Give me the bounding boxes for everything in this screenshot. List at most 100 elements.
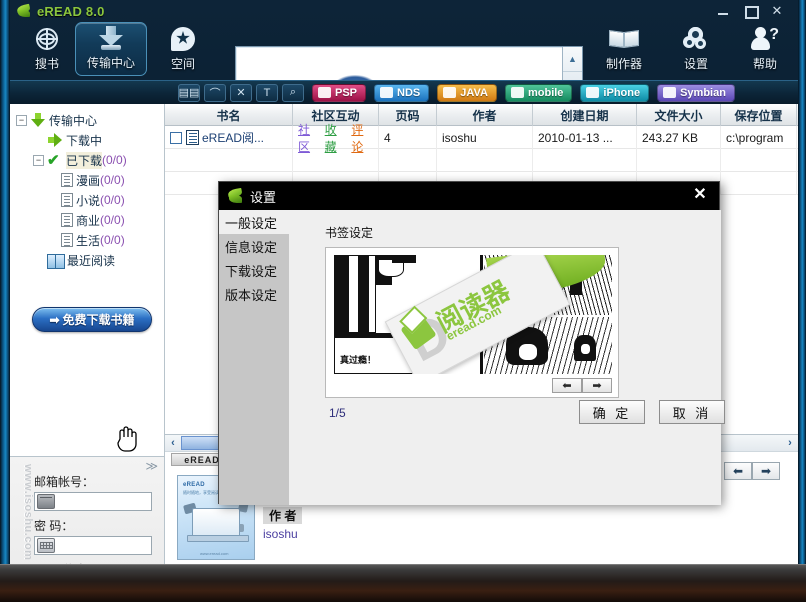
tree-label: 传输中心 xyxy=(49,112,97,129)
cell-pages: 4 xyxy=(379,126,437,149)
sidebar-item-novels[interactable]: 小说 (0/0) xyxy=(16,190,164,210)
text-icon[interactable]: T xyxy=(256,84,278,102)
cover-url: www.eread.com xyxy=(200,551,228,556)
row-checkbox[interactable] xyxy=(170,132,182,144)
dialog-tab-download[interactable]: 下载设定 xyxy=(219,258,289,282)
bookmark-icon[interactable]: ⌒ xyxy=(204,84,226,102)
sidebar-item-transfer-center[interactable]: − 传输中心 xyxy=(16,110,164,130)
book-file-icon xyxy=(186,130,199,145)
spinner-up-icon[interactable]: ▲ xyxy=(563,47,582,72)
dialog-close-button[interactable]: ✕ xyxy=(691,186,709,204)
nav-label-maker: 制作器 xyxy=(606,55,642,72)
column-header-pages[interactable]: 页码 xyxy=(379,104,437,126)
tree-label: 小说 xyxy=(76,192,100,209)
download-icon xyxy=(97,23,125,53)
dialog-tab-version[interactable]: 版本设定 xyxy=(219,282,289,306)
device-pill-nds[interactable]: NDS xyxy=(374,84,429,102)
nav-item-settings[interactable]: 设置 xyxy=(665,24,727,78)
document-icon xyxy=(61,213,73,227)
dialog-action-buttons: 确 定 取 消 xyxy=(579,400,725,424)
dialog-tab-list: 一般设定 信息设定 下载设定 版本设定 xyxy=(219,210,289,505)
delete-icon[interactable]: ✕ xyxy=(230,84,252,102)
cell-save-path: c:\program xyxy=(721,126,797,149)
minimize-button[interactable] xyxy=(716,4,730,18)
detail-prev-button[interactable]: ⬅ xyxy=(724,462,752,480)
device-label-java: JAVA xyxy=(460,87,488,99)
detail-author-label: 作 者 xyxy=(263,507,302,524)
java-device-icon xyxy=(443,87,456,98)
device-pill-psp[interactable]: PSP xyxy=(312,84,366,102)
sidebar-item-comics[interactable]: 漫画 (0/0) xyxy=(16,170,164,190)
nav-item-help[interactable]: ? 帮助 xyxy=(734,24,796,78)
window-border-left xyxy=(0,0,10,602)
nds-device-icon xyxy=(380,87,393,98)
device-pill-symbian[interactable]: Symbian xyxy=(657,84,735,102)
cancel-button[interactable]: 取 消 xyxy=(659,400,725,424)
collapse-panel-icon[interactable]: ≫ xyxy=(145,459,158,473)
ok-button[interactable]: 确 定 xyxy=(579,400,645,424)
device-pill-mobile[interactable]: mobile xyxy=(505,84,572,102)
free-download-books-button[interactable]: ➡ 免费下载书籍 xyxy=(32,307,152,332)
detail-scroll-left-icon[interactable]: ‹ xyxy=(165,436,181,451)
detail-next-button[interactable]: ➡ xyxy=(752,462,780,480)
column-header-author[interactable]: 作者 xyxy=(437,104,533,126)
device-pill-java[interactable]: JAVA xyxy=(437,84,497,102)
device-label-nds: NDS xyxy=(397,87,420,99)
tree-count: (0/0) xyxy=(100,213,125,227)
email-field[interactable] xyxy=(34,492,152,511)
sidebar-item-life[interactable]: 生活 (0/0) xyxy=(16,230,164,250)
dialog-tab-general[interactable]: 一般设定 xyxy=(219,210,289,234)
app-title: eREAD 8.0 xyxy=(37,4,105,19)
detail-scroll-right-icon[interactable]: › xyxy=(782,436,798,451)
nav-item-space[interactable]: 空间 xyxy=(152,24,214,78)
dual-page-icon[interactable]: ▤▤ xyxy=(178,84,200,102)
cell-book-name[interactable]: eREAD阅... xyxy=(165,126,293,149)
preview-next-button[interactable]: ➡ xyxy=(582,378,612,393)
dialog-title-bar: 设置 ✕ xyxy=(219,182,719,210)
dialog-tab-info[interactable]: 信息设定 xyxy=(219,234,289,258)
table-row[interactable]: eREAD阅... 社区 收藏 评论 4 isoshu 2010-01-13 .… xyxy=(165,126,798,149)
arrow-right-icon: ➡ xyxy=(49,313,59,327)
nav-item-transfer-center[interactable]: 传输中心 xyxy=(75,22,147,76)
password-field[interactable] xyxy=(34,536,152,555)
bookmark-preview-frame: D 阅读器 eread.com 真过瘾！ ⬅ ➡ xyxy=(325,247,619,398)
preview-prev-button[interactable]: ⬅ xyxy=(552,378,582,393)
nav-label-search-books: 搜书 xyxy=(35,55,59,72)
nav-item-search-books[interactable]: 搜书 xyxy=(16,24,78,78)
preview-pager: ⬅ ➡ xyxy=(552,378,612,393)
sidebar-item-business[interactable]: 商业 (0/0) xyxy=(16,210,164,230)
column-header-save-path[interactable]: 保存位置 xyxy=(721,104,797,126)
device-label-iphone: iPhone xyxy=(603,87,640,99)
sidebar-item-downloading[interactable]: 下载中 xyxy=(16,130,164,150)
column-header-file-size[interactable]: 文件大小 xyxy=(637,104,721,126)
detail-author-value: isoshu xyxy=(263,527,335,541)
keyboard-icon xyxy=(37,538,55,553)
nav-label-transfer-center: 传输中心 xyxy=(87,54,135,71)
nav-item-maker[interactable]: 制作器 xyxy=(593,24,655,78)
table-row-empty xyxy=(165,149,798,172)
tree-label: 生活 xyxy=(76,232,100,249)
tree-expander[interactable]: − xyxy=(33,155,44,166)
device-pill-iphone[interactable]: iPhone xyxy=(580,84,649,102)
bookmark-settings-label: 书签设定 xyxy=(325,224,373,241)
tree-count: (0/0) xyxy=(100,193,125,207)
device-label-psp: PSP xyxy=(335,87,357,99)
search-icon[interactable]: ⌕ xyxy=(282,84,304,102)
sidebar-item-downloaded[interactable]: − ✔ 已下载 (0/0) xyxy=(16,150,164,170)
email-label: 邮箱帐号： xyxy=(34,473,156,490)
tree-expander[interactable]: − xyxy=(16,115,27,126)
sidebar-item-recent-reading[interactable]: 最近阅读 xyxy=(16,250,164,270)
close-button[interactable]: ✕ xyxy=(770,4,784,18)
preview-page-indicator: 1/5 xyxy=(329,406,346,420)
window-bottom-frame xyxy=(0,564,806,602)
column-header-created-date[interactable]: 创建日期 xyxy=(533,104,637,126)
cell-community: 社区 收藏 评论 xyxy=(293,126,379,149)
maximize-button[interactable] xyxy=(743,4,757,18)
title-bar: eREAD 8.0 ✕ xyxy=(10,0,798,22)
column-header-book-name[interactable]: 书名 xyxy=(165,104,293,126)
free-download-label: 免费下载书籍 xyxy=(63,311,135,328)
mail-icon xyxy=(37,494,55,509)
tree-label: 商业 xyxy=(76,212,100,229)
tree-count: (0/0) xyxy=(102,153,127,167)
green-check-icon: ✔ xyxy=(47,153,63,168)
